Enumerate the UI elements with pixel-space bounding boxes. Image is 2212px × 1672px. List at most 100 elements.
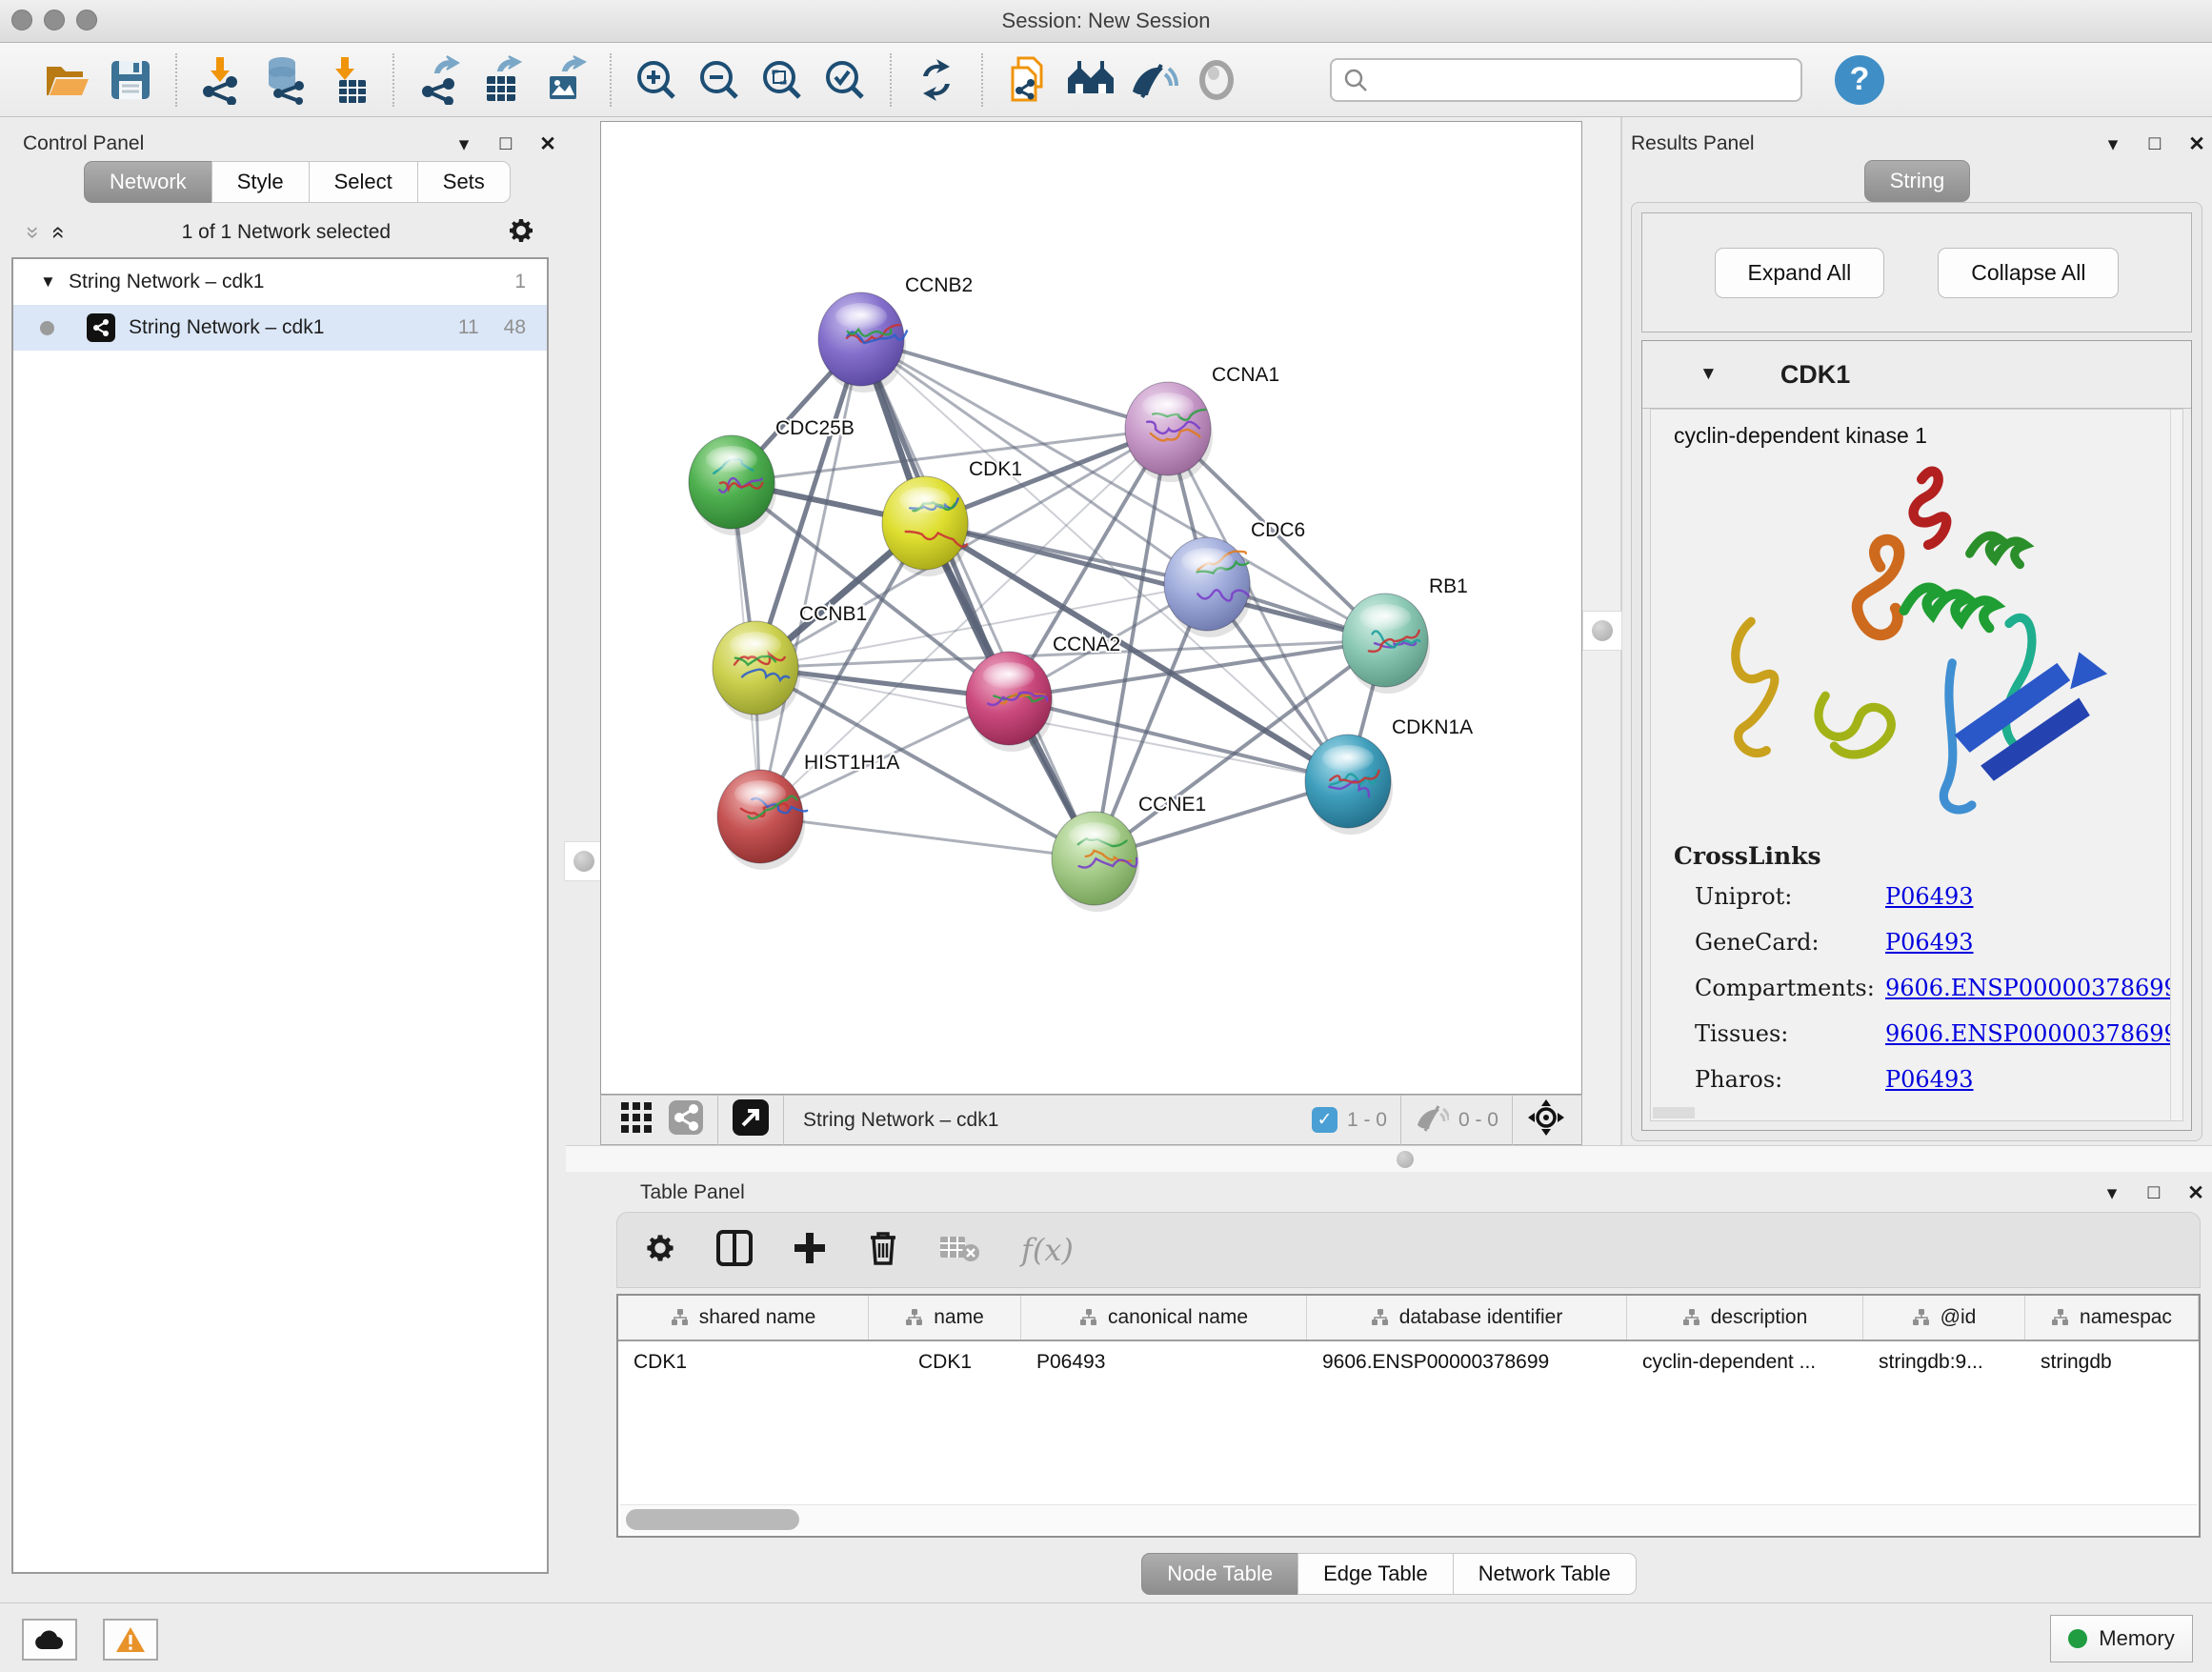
network-node-CCNA1[interactable] <box>1125 382 1213 482</box>
zoom-out-icon[interactable] <box>688 50 751 111</box>
column-header-name[interactable]: name <box>869 1296 1021 1340</box>
crosslink-link[interactable]: P06493 <box>1885 1066 1974 1093</box>
control-panel-menu-icon[interactable]: ▾ <box>450 132 478 156</box>
collapse-all-button[interactable]: Collapse All <box>1938 248 2119 298</box>
collapse-all-networks-icon[interactable]: » <box>20 226 47 238</box>
tab-select[interactable]: Select <box>309 161 418 203</box>
network-edge[interactable] <box>760 339 861 816</box>
tab-string[interactable]: String <box>1864 160 1970 202</box>
table-panel-float-icon[interactable]: □ <box>2140 1181 2168 1204</box>
gene-collapse-icon[interactable]: ▼ <box>1699 364 1718 385</box>
tab-edge-table[interactable]: Edge Table <box>1297 1553 1454 1595</box>
expand-all-button[interactable]: Expand All <box>1715 248 1885 298</box>
open-session-icon[interactable] <box>36 50 99 111</box>
network-node-RB1[interactable] <box>1342 594 1430 694</box>
results-panel-close-icon[interactable]: ✕ <box>2182 132 2211 156</box>
table-panel-menu-icon[interactable]: ▾ <box>2098 1181 2126 1205</box>
results-panel-float-icon[interactable]: □ <box>2141 132 2169 155</box>
network-options-gear-icon[interactable] <box>507 216 535 250</box>
warnings-button[interactable] <box>103 1619 158 1661</box>
right-splitter-handle[interactable] <box>1582 611 1622 651</box>
left-splitter[interactable] <box>566 117 600 1145</box>
import-network-file-icon[interactable] <box>191 50 253 111</box>
network-node-CDKN1A[interactable] <box>1305 735 1393 835</box>
refresh-icon[interactable] <box>905 50 968 111</box>
crosslink-link[interactable]: 9606.ENSP00000378699 <box>1885 1020 2179 1047</box>
hide-unhide-icon[interactable] <box>1122 50 1185 111</box>
create-column-icon[interactable] <box>793 1231 827 1270</box>
tab-node-table[interactable]: Node Table <box>1141 1553 1298 1595</box>
left-splitter-handle[interactable] <box>564 841 604 881</box>
network-collection-row[interactable]: ▼ String Network – cdk1 1 <box>13 259 547 305</box>
network-node-CDC25B[interactable] <box>689 435 776 535</box>
column-header-canonical-name[interactable]: canonical name <box>1021 1296 1307 1340</box>
zoom-fit-icon[interactable] <box>751 50 814 111</box>
results-horizontal-scrollbar[interactable] <box>1653 1107 1695 1118</box>
expand-all-networks-icon[interactable]: « <box>46 226 72 238</box>
table-horizontal-scrollbar[interactable] <box>620 1504 2197 1534</box>
network-node-CCNA2[interactable] <box>966 652 1054 752</box>
network-node-CCNE1[interactable] <box>1052 812 1139 912</box>
clone-network-icon[interactable] <box>996 50 1059 111</box>
open-in-browser-icon[interactable] <box>732 1098 770 1141</box>
table-cell[interactable]: CDK1 <box>869 1341 1021 1383</box>
column-header-@id[interactable]: @id <box>1863 1296 2025 1340</box>
network-row[interactable]: String Network – cdk1 11 48 <box>13 305 547 351</box>
delete-column-icon[interactable] <box>867 1230 899 1271</box>
string-share-icon[interactable] <box>668 1099 704 1140</box>
tab-network[interactable]: Network <box>84 161 212 203</box>
table-cell[interactable]: stringdb <box>2025 1341 2199 1383</box>
cloud-button[interactable] <box>22 1619 77 1661</box>
horizontal-splitter[interactable] <box>566 1145 2212 1174</box>
control-panel-float-icon[interactable]: □ <box>492 132 520 155</box>
export-table-icon[interactable] <box>471 50 533 111</box>
column-header-shared-name[interactable]: shared name <box>618 1296 869 1340</box>
delete-table-icon[interactable] <box>939 1233 981 1268</box>
table-cell[interactable]: P06493 <box>1021 1341 1307 1383</box>
export-image-icon[interactable] <box>533 50 596 111</box>
search-input[interactable] <box>1377 68 1781 92</box>
help-icon[interactable]: ? <box>1835 55 1884 105</box>
collection-collapse-icon[interactable]: ▼ <box>40 272 69 292</box>
show-column-icon[interactable] <box>716 1230 753 1271</box>
global-search-box[interactable] <box>1330 58 1802 102</box>
network-edge[interactable] <box>861 339 1095 858</box>
network-node-CCNB1[interactable] <box>713 621 800 721</box>
results-panel-menu-icon[interactable]: ▾ <box>2099 132 2127 156</box>
table-cell[interactable]: 9606.ENSP00000378699 <box>1307 1341 1627 1383</box>
network-canvas[interactable]: CCNB2CCNA1CDC25BCDK1CDC6RB1CCNB1CCNA2CDK… <box>600 121 1582 1095</box>
import-table-file-icon[interactable] <box>316 50 379 111</box>
crosslink-link[interactable]: 9606.ENSP00000378699 <box>1885 975 2179 1001</box>
gene-section-header[interactable]: ▼ CDK1 <box>1642 341 2191 409</box>
inactive-eye-icon[interactable] <box>1185 50 1248 111</box>
hidden-eye-icon[interactable] <box>1415 1102 1449 1138</box>
houses-icon[interactable] <box>1059 50 1122 111</box>
horizontal-splitter-handle[interactable] <box>1397 1151 1414 1168</box>
network-node-CCNB2[interactable] <box>818 292 907 393</box>
network-node-CDC6[interactable] <box>1164 537 1252 637</box>
right-splitter[interactable] <box>1582 117 1622 1145</box>
tab-network-table[interactable]: Network Table <box>1453 1553 1637 1595</box>
network-edge[interactable] <box>760 816 1095 858</box>
table-cell[interactable]: cyclin-dependent ... <box>1627 1341 1863 1383</box>
network-node-CDK1[interactable] <box>882 476 970 576</box>
zoom-selected-icon[interactable] <box>814 50 876 111</box>
table-settings-gear-icon[interactable] <box>644 1232 676 1269</box>
column-header-database-identifier[interactable]: database identifier <box>1307 1296 1627 1340</box>
fit-content-crosshair-icon[interactable] <box>1526 1098 1566 1142</box>
birdseye-grid-icon[interactable] <box>620 1101 653 1138</box>
crosslink-link[interactable]: P06493 <box>1885 929 1974 956</box>
save-session-icon[interactable] <box>99 50 162 111</box>
crosslink-link[interactable]: P06493 <box>1885 883 1974 910</box>
table-cell[interactable]: stringdb:9... <box>1863 1341 2025 1383</box>
column-header-description[interactable]: description <box>1627 1296 1863 1340</box>
table-scrollbar-thumb[interactable] <box>626 1509 799 1530</box>
table-cell[interactable]: CDK1 <box>618 1341 869 1383</box>
zoom-in-icon[interactable] <box>625 50 688 111</box>
column-header-namespac[interactable]: namespac <box>2025 1296 2199 1340</box>
export-network-icon[interactable] <box>408 50 471 111</box>
control-panel-close-icon[interactable]: ✕ <box>533 132 562 156</box>
tab-sets[interactable]: Sets <box>417 161 511 203</box>
tab-style[interactable]: Style <box>211 161 310 203</box>
import-network-database-icon[interactable] <box>253 50 316 111</box>
